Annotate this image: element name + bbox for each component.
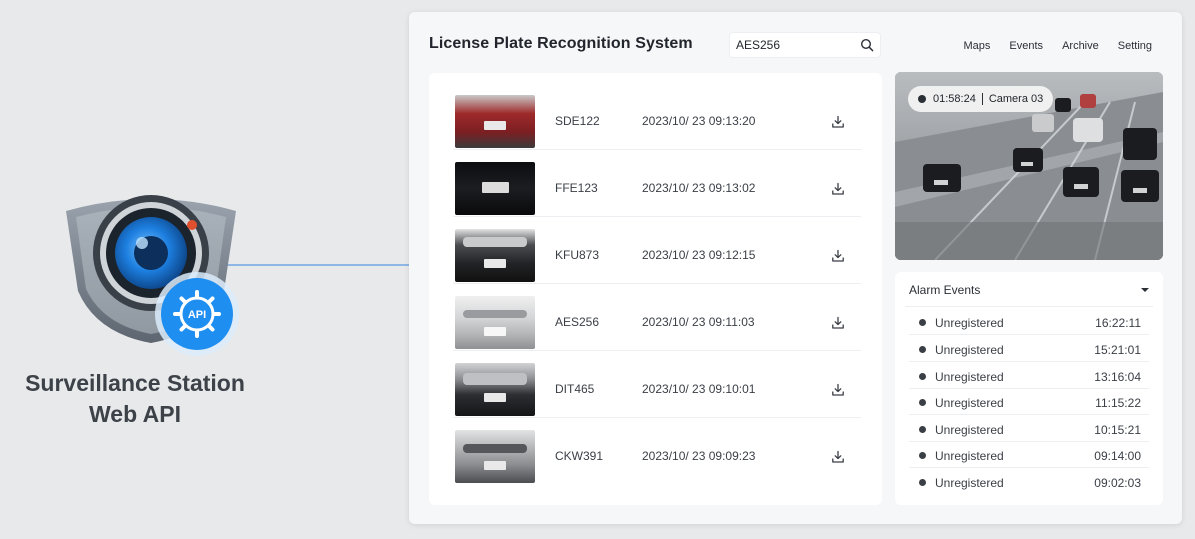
alarm-event-row[interactable]: Unregistered 15:21:01 (909, 336, 1149, 362)
alarm-event-label: Unregistered (935, 370, 1004, 384)
api-badge-label: API (188, 309, 206, 321)
alarm-event-label: Unregistered (935, 343, 1004, 357)
list-item[interactable]: FFE123 2023/10/ 23 09:13:02 (453, 151, 861, 217)
status-dot-icon (919, 399, 926, 406)
record-timestamp: 2023/10/ 23 09:09:23 (642, 449, 756, 463)
plate-shape (484, 393, 506, 402)
plate-number: FFE123 (555, 181, 598, 195)
status-dot-icon (919, 452, 926, 459)
list-item[interactable]: CKW391 2023/10/ 23 09:09:23 (453, 419, 861, 485)
alarm-event-label: Unregistered (935, 449, 1004, 463)
grille-shape (463, 310, 527, 318)
top-nav: Maps Events Archive Setting (945, 40, 1152, 52)
hero-title-line1: Surveillance Station (25, 370, 245, 396)
lpr-app-window: License Plate Recognition System Maps Ev… (409, 12, 1182, 524)
camera-time: 01:58:24 (933, 93, 976, 105)
alarm-event-row[interactable]: Unregistered 10:15:21 (909, 416, 1149, 442)
app-title: License Plate Recognition System (429, 35, 693, 52)
plate-shape (484, 327, 506, 336)
download-icon[interactable] (831, 249, 845, 263)
download-icon[interactable] (831, 182, 845, 196)
record-timestamp: 2023/10/ 23 09:10:01 (642, 382, 756, 396)
vehicle-thumbnail (455, 363, 535, 416)
nav-setting[interactable]: Setting (1118, 40, 1152, 52)
alarm-event-label: Unregistered (935, 316, 1004, 330)
plate-shape (484, 121, 506, 130)
alarm-event-row[interactable]: Unregistered 13:16:04 (909, 363, 1149, 389)
chevron-down-icon[interactable] (1141, 288, 1149, 292)
record-timestamp: 2023/10/ 23 09:13:02 (642, 181, 756, 195)
alarm-event-time: 16:22:11 (1095, 316, 1141, 330)
vehicle-thumbnail (455, 296, 535, 349)
hero-title: Surveillance Station Web API (0, 368, 270, 430)
status-dot-icon (919, 319, 926, 326)
nav-archive[interactable]: Archive (1062, 40, 1099, 52)
grille-shape (463, 444, 527, 453)
alarm-events-panel: Alarm Events Unregistered 16:22:11 Unreg… (895, 272, 1163, 505)
list-item[interactable]: KFU873 2023/10/ 23 09:12:15 (453, 218, 861, 284)
alarm-event-time: 10:15:21 (1094, 423, 1141, 437)
list-item[interactable]: DIT465 2023/10/ 23 09:10:01 (453, 352, 861, 418)
plate-number: DIT465 (555, 382, 595, 396)
vehicle-thumbnail (455, 430, 535, 483)
alarm-event-time: 11:15:22 (1095, 396, 1141, 410)
alarm-event-time: 09:14:00 (1094, 449, 1141, 463)
nav-maps[interactable]: Maps (964, 40, 991, 52)
list-item[interactable]: SDE122 2023/10/ 23 09:13:20 (453, 84, 861, 150)
hero-title-line2: Web API (88, 401, 181, 427)
alarm-event-time: 13:16:04 (1094, 370, 1141, 384)
status-dot-icon (919, 479, 926, 486)
plate-shape (482, 182, 509, 193)
divider (905, 306, 1153, 307)
hero-section: API Surveillance Station Web API (0, 0, 410, 539)
alarm-event-row[interactable]: Unregistered 09:14:00 (909, 442, 1149, 468)
search-icon[interactable] (860, 38, 874, 52)
vehicle-thumbnail (455, 95, 535, 148)
status-dot-icon (919, 426, 926, 433)
download-icon[interactable] (831, 316, 845, 330)
download-icon[interactable] (831, 115, 845, 129)
search-box[interactable] (729, 32, 881, 58)
alarm-event-row[interactable]: Unregistered 16:22:11 (909, 309, 1149, 335)
plate-number: AES256 (555, 315, 600, 329)
list-item[interactable]: AES256 2023/10/ 23 09:11:03 (453, 285, 861, 351)
download-icon[interactable] (831, 450, 845, 464)
alarm-event-label: Unregistered (935, 396, 1004, 410)
vehicle-thumbnail (455, 162, 535, 215)
badge-separator (981, 93, 983, 105)
download-icon[interactable] (831, 383, 845, 397)
alarm-event-time: 15:21:01 (1094, 343, 1141, 357)
vehicle-thumbnail (455, 229, 535, 282)
alarm-event-row[interactable]: Unregistered 11:15:22 (909, 389, 1149, 415)
grille-shape (463, 237, 527, 247)
alarm-event-label: Unregistered (935, 423, 1004, 437)
plate-shape (484, 259, 506, 268)
nav-events[interactable]: Events (1009, 40, 1043, 52)
camera-shield-logo: API (56, 193, 246, 363)
camera-feed[interactable]: 01:58:24 Camera 03 (895, 72, 1163, 260)
alarm-event-time: 09:02:03 (1094, 476, 1141, 490)
camera-shield-icon: API (66, 195, 239, 356)
grille-shape (463, 373, 527, 385)
search-input[interactable] (730, 33, 854, 57)
plate-number: CKW391 (555, 449, 604, 463)
record-timestamp: 2023/10/ 23 09:11:03 (642, 315, 755, 329)
camera-overlay-badge: 01:58:24 Camera 03 (908, 86, 1054, 112)
plate-record-list: SDE122 2023/10/ 23 09:13:20 FFE123 2023/… (429, 73, 882, 505)
plate-shape (484, 461, 506, 470)
record-timestamp: 2023/10/ 23 09:12:15 (642, 248, 756, 262)
plate-number: KFU873 (555, 248, 600, 262)
record-timestamp: 2023/10/ 23 09:13:20 (642, 114, 756, 128)
camera-name: Camera 03 (988, 93, 1044, 105)
alarm-event-row[interactable]: Unregistered 09:02:03 (909, 469, 1149, 495)
status-dot-icon (919, 346, 926, 353)
status-dot-icon (919, 373, 926, 380)
alarm-event-label: Unregistered (935, 476, 1004, 490)
plate-number: SDE122 (555, 114, 600, 128)
alarm-events-title: Alarm Events (909, 283, 981, 297)
recording-dot-icon (918, 95, 926, 103)
